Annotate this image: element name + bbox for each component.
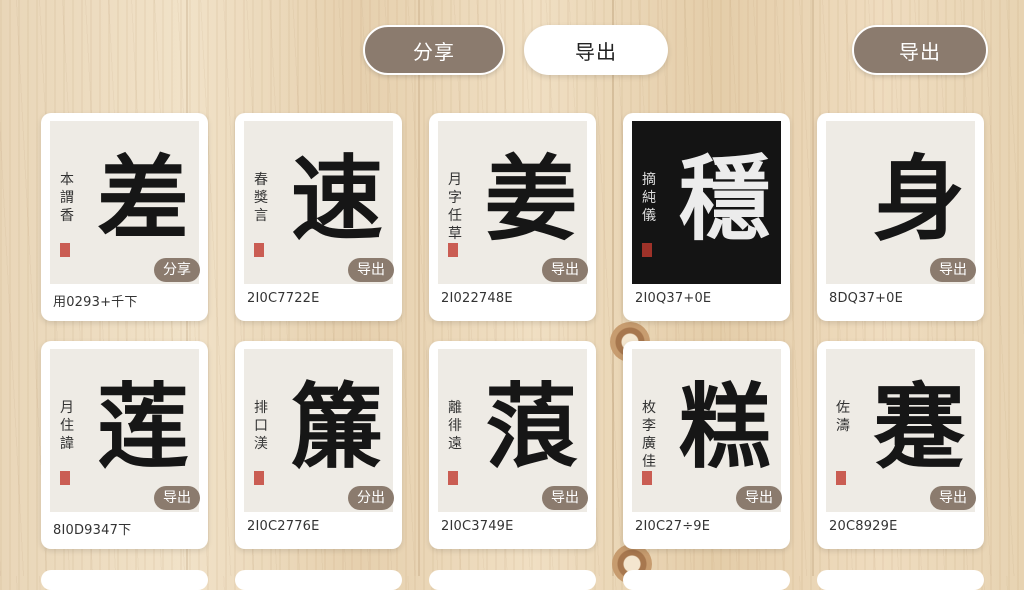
calligraphy-character: 穩 bbox=[678, 145, 771, 253]
red-seal-icon bbox=[642, 243, 652, 257]
card-action-badge[interactable]: 导出 bbox=[736, 486, 782, 510]
red-seal-icon bbox=[448, 471, 458, 485]
export-button[interactable]: 导出 bbox=[524, 25, 668, 75]
calligraphy-character: 姜 bbox=[484, 145, 577, 253]
card-code: 用0293+千下 bbox=[53, 295, 138, 310]
calligraphy-character: 差 bbox=[96, 145, 189, 253]
calligraphy-character: 蹇 bbox=[872, 373, 965, 481]
calligraphy-character: 速 bbox=[290, 145, 383, 253]
inscription-text: 佐濤 bbox=[836, 400, 850, 434]
next-row-card-peek bbox=[41, 570, 208, 590]
calligraphy-character: 身 bbox=[872, 145, 965, 253]
inscription-text: 月住諱 bbox=[60, 400, 74, 452]
next-row-card-peek bbox=[235, 570, 402, 590]
card-action-badge[interactable]: 导出 bbox=[154, 486, 200, 510]
export-right-button[interactable]: 导出 bbox=[852, 25, 988, 75]
red-seal-icon bbox=[448, 243, 458, 257]
red-seal-icon bbox=[60, 243, 70, 257]
card-code: 2I0C3749E bbox=[441, 519, 514, 534]
card-code: 2I0C2776E bbox=[247, 519, 320, 534]
card-action-badge[interactable]: 分出 bbox=[348, 486, 394, 510]
calligraphy-card[interactable]: 摘純儀 穩 2I0Q37+0E bbox=[623, 113, 790, 321]
card-code: 2I0C27÷9E bbox=[635, 519, 711, 534]
calligraphy-character: 簾 bbox=[290, 373, 383, 481]
red-seal-icon bbox=[254, 471, 264, 485]
card-code: 2I022748E bbox=[441, 291, 513, 306]
calligraphy-card[interactable]: 枚李廣佳 糕 导出 2I0C27÷9E bbox=[623, 341, 790, 549]
calligraphy-character: 莲 bbox=[96, 373, 189, 481]
card-code: 2I0Q37+0E bbox=[635, 291, 712, 306]
calligraphy-character: 糕 bbox=[678, 373, 771, 481]
calligraphy-card[interactable]: 春獎言 速 导出 2I0C7722E bbox=[235, 113, 402, 321]
card-action-badge[interactable]: 导出 bbox=[542, 486, 588, 510]
card-action-badge[interactable]: 导出 bbox=[930, 258, 976, 282]
card-action-badge[interactable]: 导出 bbox=[542, 258, 588, 282]
card-code: 20C8929E bbox=[829, 519, 898, 534]
inscription-text: 枚李廣佳 bbox=[642, 400, 656, 470]
red-seal-icon bbox=[836, 471, 846, 485]
red-seal-icon bbox=[642, 471, 652, 485]
calligraphy-artwork: 摘純儀 穩 bbox=[632, 121, 781, 284]
inscription-text: 排口渼 bbox=[254, 400, 268, 452]
card-code: 8I0D9347下 bbox=[53, 523, 132, 538]
inscription-text: 本謂香 bbox=[60, 172, 74, 224]
calligraphy-card[interactable]: 離徘遠 蒗 导出 2I0C3749E bbox=[429, 341, 596, 549]
inscription-text: 離徘遠 bbox=[448, 400, 462, 452]
calligraphy-card[interactable]: 佐濤 蹇 导出 20C8929E bbox=[817, 341, 984, 549]
red-seal-icon bbox=[60, 471, 70, 485]
calligraphy-character: 蒗 bbox=[484, 373, 577, 481]
share-button[interactable]: 分享 bbox=[363, 25, 505, 75]
next-row-card-peek bbox=[429, 570, 596, 590]
card-code: 2I0C7722E bbox=[247, 291, 320, 306]
card-action-badge[interactable]: 导出 bbox=[348, 258, 394, 282]
calligraphy-card[interactable]: 排口渼 簾 分出 2I0C2776E bbox=[235, 341, 402, 549]
red-seal-icon bbox=[254, 243, 264, 257]
next-row-card-peek bbox=[817, 570, 984, 590]
calligraphy-card[interactable]: 身 导出 8DQ37+0E bbox=[817, 113, 984, 321]
inscription-text: 摘純儀 bbox=[642, 172, 656, 224]
card-action-badge[interactable]: 分享 bbox=[154, 258, 200, 282]
inscription-text: 春獎言 bbox=[254, 172, 268, 224]
calligraphy-card[interactable]: 月字任草 姜 导出 2I022748E bbox=[429, 113, 596, 321]
card-action-badge[interactable]: 导出 bbox=[930, 486, 976, 510]
calligraphy-card[interactable]: 本謂香 差 分享 用0293+千下 bbox=[41, 113, 208, 321]
calligraphy-card[interactable]: 月住諱 莲 导出 8I0D9347下 bbox=[41, 341, 208, 549]
next-row-card-peek bbox=[623, 570, 790, 590]
inscription-text: 月字任草 bbox=[448, 172, 462, 242]
card-code: 8DQ37+0E bbox=[829, 291, 904, 306]
